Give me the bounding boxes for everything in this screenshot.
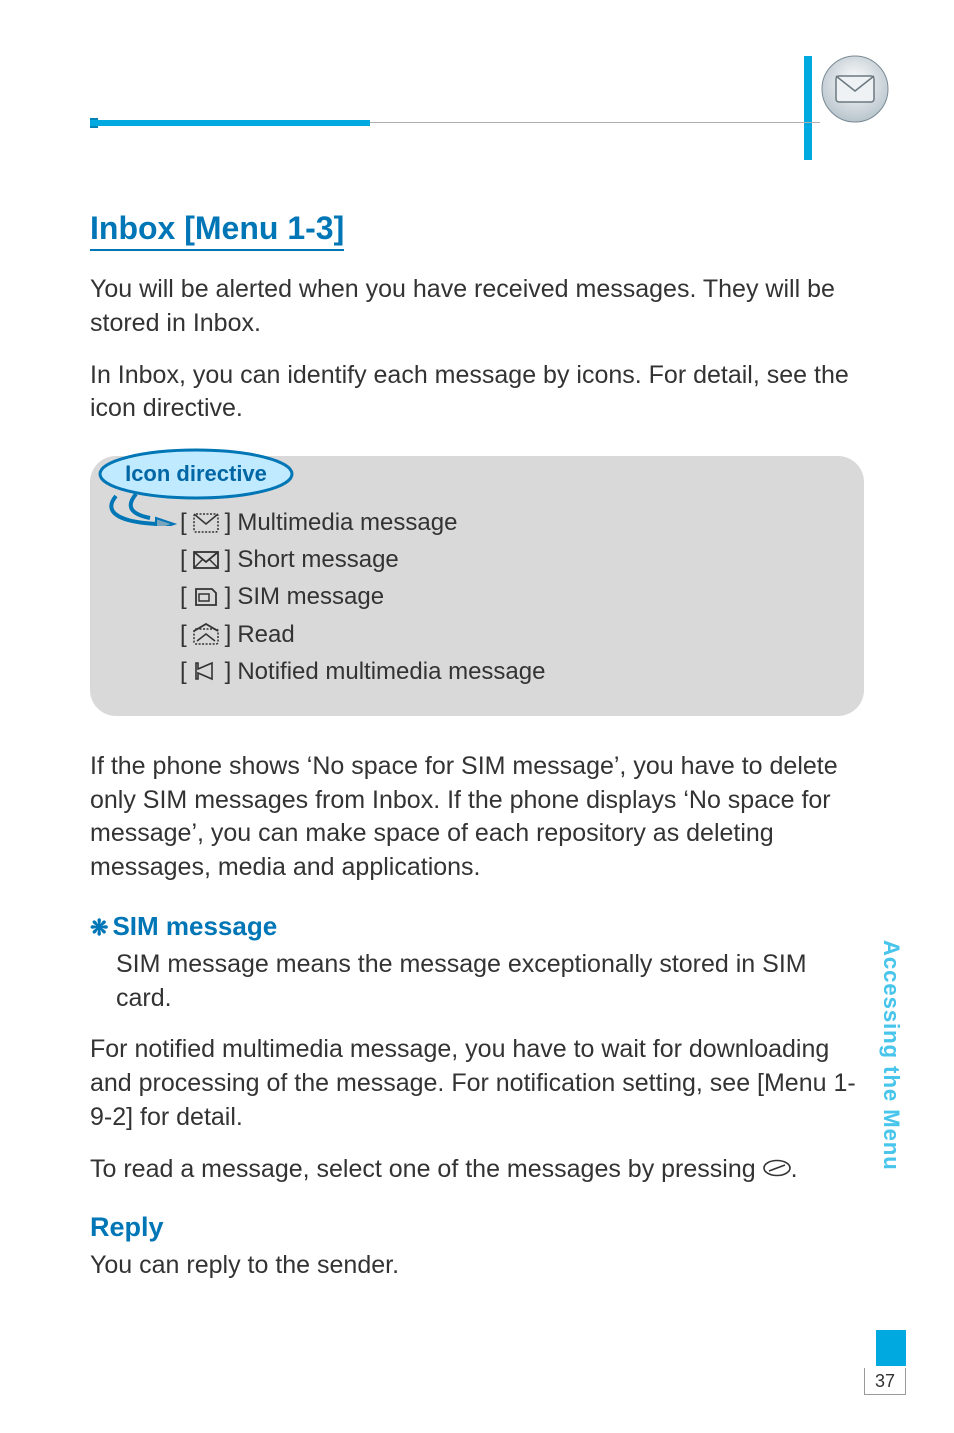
icon-directive-item: [ ] Notified multimedia message — [180, 653, 824, 690]
icon-directive-label: Icon directive — [96, 448, 316, 531]
sim-message-heading: ❋SIM message — [90, 911, 864, 942]
section-title: Inbox [Menu 1-3] — [90, 210, 344, 251]
icon-directive-item: [ ] Short message — [180, 541, 824, 578]
sim-message-body: SIM message means the message exceptiona… — [116, 948, 864, 1016]
header-accent-bar — [90, 120, 370, 126]
bullet-icon: ❋ — [90, 915, 108, 940]
icon-directive-item: [ ] SIM message — [180, 578, 824, 615]
envelope-3d-icon — [820, 54, 890, 124]
icon-directive-item-text: Short message — [237, 541, 398, 578]
icon-directive-item-text: Notified multimedia message — [237, 653, 545, 690]
no-space-paragraph: If the phone shows ‘No space for SIM mes… — [90, 750, 864, 885]
notified-mms-icon — [193, 661, 219, 681]
read-icon — [193, 624, 219, 644]
header-thin-line — [370, 122, 820, 123]
sim-msg-icon — [193, 587, 219, 607]
notified-mms-paragraph: For notified multimedia message, you hav… — [90, 1033, 864, 1134]
intro-paragraph-2: In Inbox, you can identify each message … — [90, 359, 864, 427]
page-header — [74, 0, 954, 160]
read-instruction: To read a message, select one of the mes… — [90, 1153, 864, 1187]
reply-body: You can reply to the sender. — [90, 1249, 864, 1283]
reply-heading: Reply — [90, 1212, 864, 1243]
icon-directive-label-text: Icon directive — [125, 461, 267, 486]
page-number: 37 — [864, 1368, 906, 1395]
icon-directive-item-text: SIM message — [237, 578, 384, 615]
side-tab: Accessing the Menu — [876, 940, 906, 1320]
header-vertical-bar — [804, 56, 812, 160]
read-instruction-suffix: . — [791, 1155, 798, 1183]
sim-message-heading-text: SIM message — [112, 911, 277, 941]
sms-icon — [193, 550, 219, 570]
side-tab-accent-bar — [876, 1330, 906, 1366]
intro-paragraph-1: You will be alerted when you have receiv… — [90, 273, 864, 341]
icon-directive-callout: Icon directive [ ] Multimedia message [ — [90, 456, 864, 716]
side-tab-text: Accessing the Menu — [878, 940, 904, 1171]
icon-directive-item-text: Read — [237, 616, 294, 653]
read-instruction-prefix: To read a message, select one of the mes… — [90, 1155, 763, 1183]
softkey-icon — [763, 1158, 791, 1178]
icon-directive-item: [ ] Read — [180, 616, 824, 653]
